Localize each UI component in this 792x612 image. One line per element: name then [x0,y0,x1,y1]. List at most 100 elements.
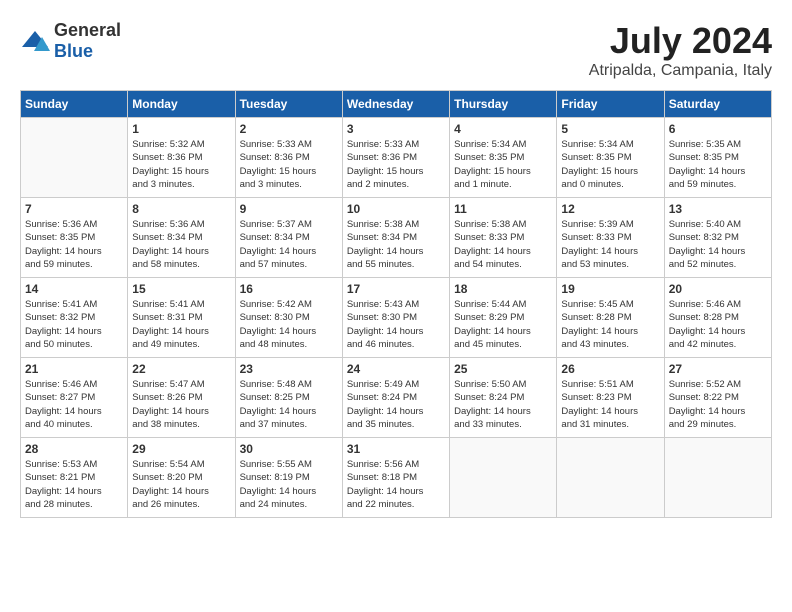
day-number: 4 [454,122,552,136]
day-info: Sunrise: 5:33 AM Sunset: 8:36 PM Dayligh… [347,138,445,191]
day-number: 8 [132,202,230,216]
day-info: Sunrise: 5:44 AM Sunset: 8:29 PM Dayligh… [454,298,552,351]
calendar-cell: 4 Sunrise: 5:34 AM Sunset: 8:35 PM Daylig… [450,118,557,198]
day-number: 19 [561,282,659,296]
day-info: Sunrise: 5:40 AM Sunset: 8:32 PM Dayligh… [669,218,767,271]
day-number: 17 [347,282,445,296]
calendar-cell: 21 Sunrise: 5:46 AM Sunset: 8:27 PM Dayli… [21,358,128,438]
day-info: Sunrise: 5:45 AM Sunset: 8:28 PM Dayligh… [561,298,659,351]
day-number: 30 [240,442,338,456]
calendar-cell: 14 Sunrise: 5:41 AM Sunset: 8:32 PM Dayli… [21,278,128,358]
calendar-cell: 2 Sunrise: 5:33 AM Sunset: 8:36 PM Daylig… [235,118,342,198]
day-info: Sunrise: 5:34 AM Sunset: 8:35 PM Dayligh… [561,138,659,191]
calendar-cell [664,438,771,518]
day-info: Sunrise: 5:48 AM Sunset: 8:25 PM Dayligh… [240,378,338,431]
day-number: 31 [347,442,445,456]
day-info: Sunrise: 5:41 AM Sunset: 8:32 PM Dayligh… [25,298,123,351]
day-number: 5 [561,122,659,136]
day-info: Sunrise: 5:43 AM Sunset: 8:30 PM Dayligh… [347,298,445,351]
logo-text: General Blue [54,20,121,62]
day-info: Sunrise: 5:51 AM Sunset: 8:23 PM Dayligh… [561,378,659,431]
day-info: Sunrise: 5:33 AM Sunset: 8:36 PM Dayligh… [240,138,338,191]
day-number: 6 [669,122,767,136]
day-number: 10 [347,202,445,216]
calendar-cell: 11Sunrise: 5:38 AM Sunset: 8:33 PM Dayli… [450,198,557,278]
day-info: Sunrise: 5:54 AM Sunset: 8:20 PM Dayligh… [132,458,230,511]
weekday-header-tuesday: Tuesday [235,91,342,118]
calendar-week-3: 14 Sunrise: 5:41 AM Sunset: 8:32 PM Dayli… [21,278,772,358]
day-number: 13 [669,202,767,216]
calendar-cell: 15Sunrise: 5:41 AM Sunset: 8:31 PM Dayli… [128,278,235,358]
calendar-cell: 28 Sunrise: 5:53 AM Sunset: 8:21 PM Dayli… [21,438,128,518]
day-number: 1 [132,122,230,136]
day-number: 15 [132,282,230,296]
day-number: 22 [132,362,230,376]
calendar-cell [450,438,557,518]
calendar-cell: 25 Sunrise: 5:50 AM Sunset: 8:24 PM Dayli… [450,358,557,438]
month-title: July 2024 [589,20,772,62]
day-number: 14 [25,282,123,296]
calendar-week-2: 7 Sunrise: 5:36 AM Sunset: 8:35 PM Daylig… [21,198,772,278]
day-number: 21 [25,362,123,376]
day-info: Sunrise: 5:34 AM Sunset: 8:35 PM Dayligh… [454,138,552,191]
day-number: 29 [132,442,230,456]
day-info: Sunrise: 5:46 AM Sunset: 8:27 PM Dayligh… [25,378,123,431]
day-number: 2 [240,122,338,136]
day-info: Sunrise: 5:50 AM Sunset: 8:24 PM Dayligh… [454,378,552,431]
day-number: 7 [25,202,123,216]
day-info: Sunrise: 5:38 AM Sunset: 8:33 PM Dayligh… [454,218,552,271]
day-number: 24 [347,362,445,376]
day-number: 28 [25,442,123,456]
day-info: Sunrise: 5:52 AM Sunset: 8:22 PM Dayligh… [669,378,767,431]
calendar-cell: 31 Sunrise: 5:56 AM Sunset: 8:18 PM Dayli… [342,438,449,518]
day-info: Sunrise: 5:53 AM Sunset: 8:21 PM Dayligh… [25,458,123,511]
calendar-cell: 6Sunrise: 5:35 AM Sunset: 8:35 PM Daylig… [664,118,771,198]
calendar-week-5: 28 Sunrise: 5:53 AM Sunset: 8:21 PM Dayli… [21,438,772,518]
day-info: Sunrise: 5:32 AM Sunset: 8:36 PM Dayligh… [132,138,230,191]
weekday-header-thursday: Thursday [450,91,557,118]
calendar-week-1: 1 Sunrise: 5:32 AM Sunset: 8:36 PM Daylig… [21,118,772,198]
calendar-cell: 29 Sunrise: 5:54 AM Sunset: 8:20 PM Dayli… [128,438,235,518]
calendar-cell: 1 Sunrise: 5:32 AM Sunset: 8:36 PM Daylig… [128,118,235,198]
calendar-cell: 8 Sunrise: 5:36 AM Sunset: 8:34 PM Daylig… [128,198,235,278]
day-number: 20 [669,282,767,296]
calendar-cell: 26Sunrise: 5:51 AM Sunset: 8:23 PM Dayli… [557,358,664,438]
calendar-table: SundayMondayTuesdayWednesdayThursdayFrid… [20,90,772,518]
day-number: 9 [240,202,338,216]
calendar-cell: 7 Sunrise: 5:36 AM Sunset: 8:35 PM Daylig… [21,198,128,278]
day-info: Sunrise: 5:42 AM Sunset: 8:30 PM Dayligh… [240,298,338,351]
day-info: Sunrise: 5:56 AM Sunset: 8:18 PM Dayligh… [347,458,445,511]
logo: General Blue [20,20,121,62]
calendar-cell: 10Sunrise: 5:38 AM Sunset: 8:34 PM Dayli… [342,198,449,278]
day-number: 18 [454,282,552,296]
calendar-cell: 16 Sunrise: 5:42 AM Sunset: 8:30 PM Dayli… [235,278,342,358]
day-number: 3 [347,122,445,136]
weekday-header-wednesday: Wednesday [342,91,449,118]
calendar-cell: 3 Sunrise: 5:33 AM Sunset: 8:36 PM Daylig… [342,118,449,198]
day-number: 23 [240,362,338,376]
calendar-cell: 20Sunrise: 5:46 AM Sunset: 8:28 PM Dayli… [664,278,771,358]
calendar-cell: 13 Sunrise: 5:40 AM Sunset: 8:32 PM Dayli… [664,198,771,278]
day-info: Sunrise: 5:37 AM Sunset: 8:34 PM Dayligh… [240,218,338,271]
day-number: 27 [669,362,767,376]
day-info: Sunrise: 5:36 AM Sunset: 8:34 PM Dayligh… [132,218,230,271]
day-number: 25 [454,362,552,376]
header: General Blue July 2024 Atripalda, Campan… [20,20,772,80]
weekday-header-friday: Friday [557,91,664,118]
weekday-header-saturday: Saturday [664,91,771,118]
location-title: Atripalda, Campania, Italy [589,62,772,80]
weekday-header-row: SundayMondayTuesdayWednesdayThursdayFrid… [21,91,772,118]
calendar-cell: 18 Sunrise: 5:44 AM Sunset: 8:29 PM Dayli… [450,278,557,358]
calendar-cell: 30Sunrise: 5:55 AM Sunset: 8:19 PM Dayli… [235,438,342,518]
calendar-cell: 12Sunrise: 5:39 AM Sunset: 8:33 PM Dayli… [557,198,664,278]
calendar-cell: 24Sunrise: 5:49 AM Sunset: 8:24 PM Dayli… [342,358,449,438]
day-info: Sunrise: 5:47 AM Sunset: 8:26 PM Dayligh… [132,378,230,431]
weekday-header-sunday: Sunday [21,91,128,118]
calendar-cell: 19 Sunrise: 5:45 AM Sunset: 8:28 PM Dayli… [557,278,664,358]
day-info: Sunrise: 5:36 AM Sunset: 8:35 PM Dayligh… [25,218,123,271]
calendar-cell: 9 Sunrise: 5:37 AM Sunset: 8:34 PM Daylig… [235,198,342,278]
calendar-week-4: 21 Sunrise: 5:46 AM Sunset: 8:27 PM Dayli… [21,358,772,438]
day-number: 16 [240,282,338,296]
calendar-cell [557,438,664,518]
logo-blue: Blue [54,41,93,61]
